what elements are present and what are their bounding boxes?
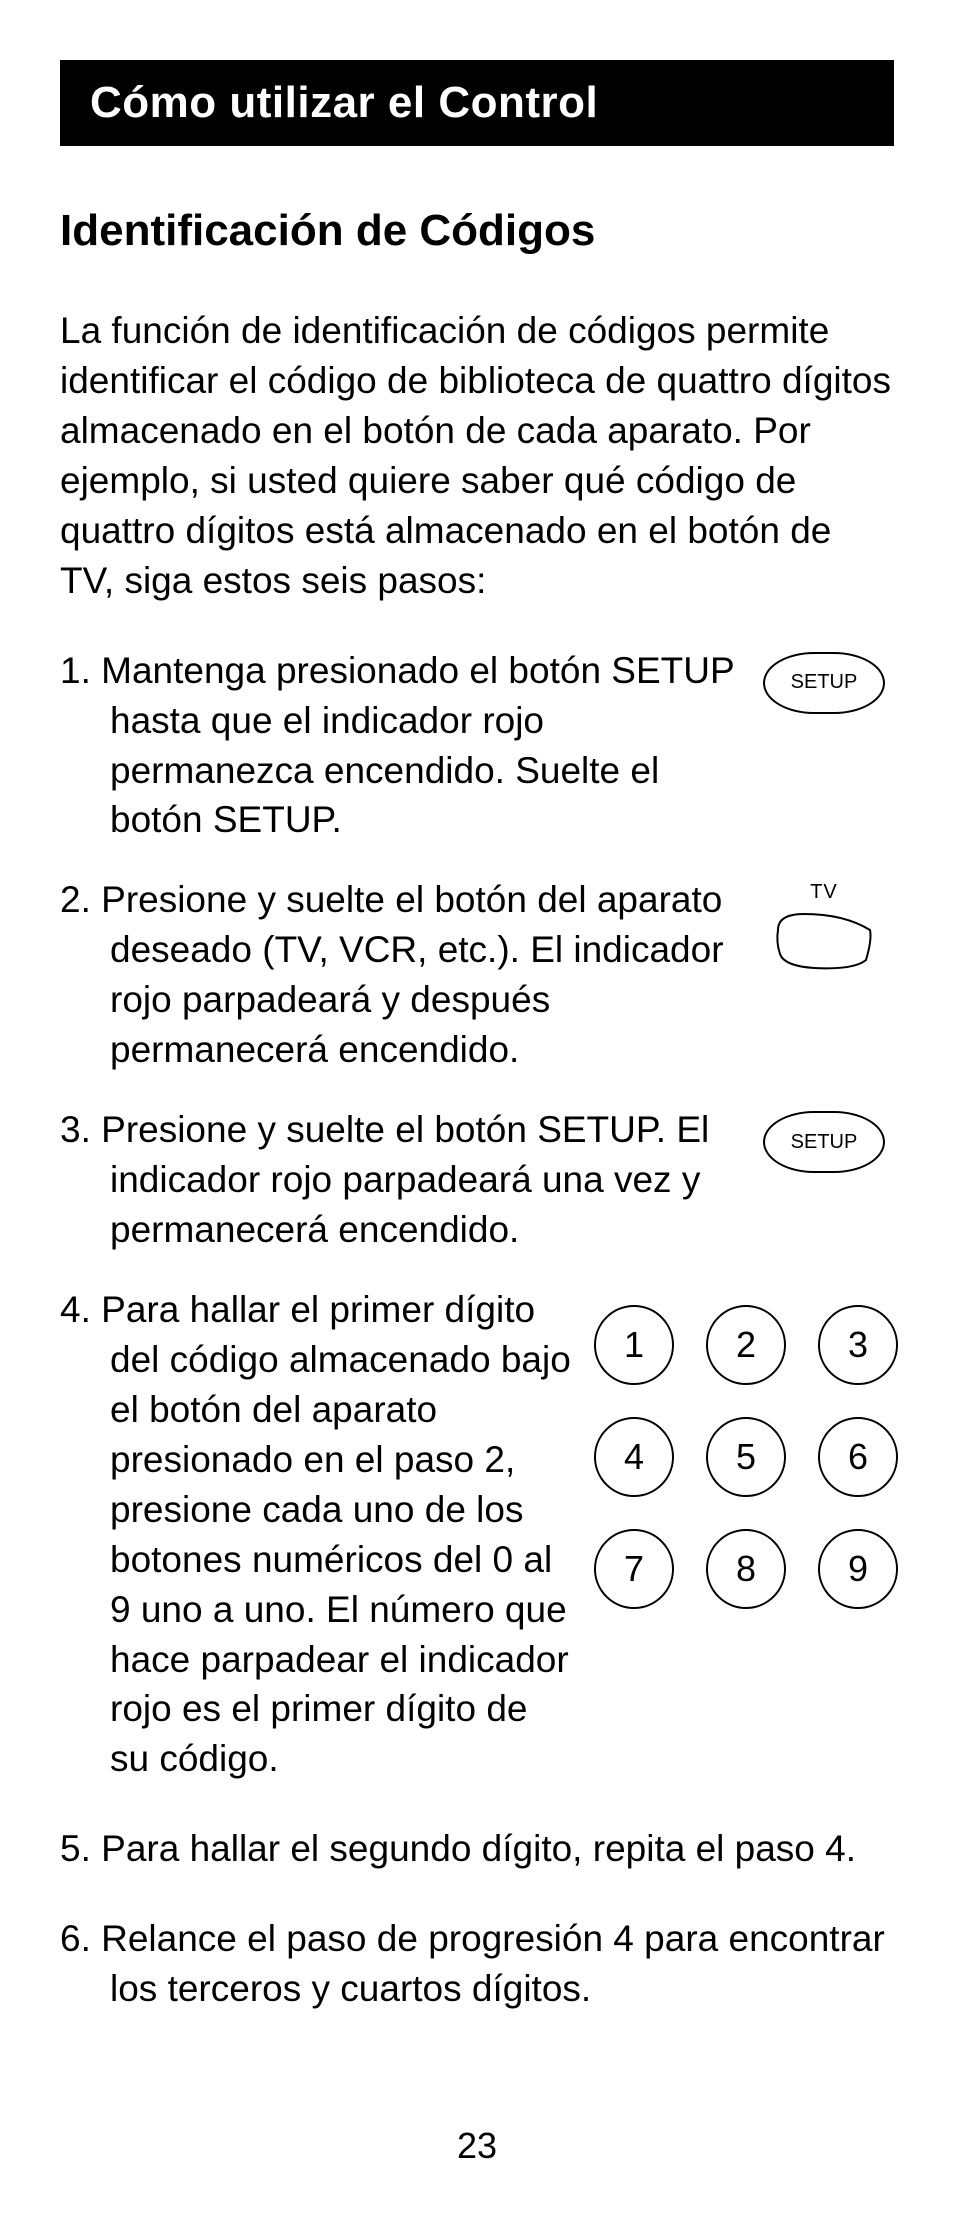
tv-button-icon <box>774 910 874 972</box>
step-1-text: 1. Mantenga presionado el botón SETUP ha… <box>60 646 754 846</box>
step-1: 1. Mantenga presionado el botón SETUP ha… <box>60 646 894 846</box>
step-2: 2. Presione y suelte el botón del aparat… <box>60 875 894 1075</box>
setup-button-icon-2: SETUP <box>763 1111 885 1173</box>
intro-paragraph: La función de identificación de códigos … <box>60 306 894 606</box>
key-4: 4 <box>594 1417 674 1497</box>
key-6: 6 <box>818 1417 898 1497</box>
key-8: 8 <box>706 1529 786 1609</box>
step-3: 3. Presione y suelte el botón SETUP. El … <box>60 1105 894 1255</box>
section-heading: Identificación de Códigos <box>60 206 894 256</box>
key-2: 2 <box>706 1305 786 1385</box>
key-9: 9 <box>818 1529 898 1609</box>
page-number: 23 <box>0 2125 954 2167</box>
key-3: 3 <box>818 1305 898 1385</box>
tv-button-label: TV <box>810 881 838 904</box>
step-3-text: 3. Presione y suelte el botón SETUP. El … <box>60 1105 754 1255</box>
setup-button-icon: SETUP <box>763 652 885 714</box>
step-4: 4. Para hallar el primer dígito del códi… <box>60 1285 894 1784</box>
step-6: 6. Relance el paso de progresión 4 para … <box>60 1914 894 2014</box>
key-5: 5 <box>706 1417 786 1497</box>
step-5: 5. Para hallar el segundo dígito, repita… <box>60 1824 894 1874</box>
manual-page: Cómo utilizar el Control Identificación … <box>0 0 954 2227</box>
step-5-text: 5. Para hallar el segundo dígito, repita… <box>60 1824 894 1874</box>
key-7: 7 <box>594 1529 674 1609</box>
title-bar: Cómo utilizar el Control <box>60 60 894 146</box>
step-4-text: 4. Para hallar el primer dígito del códi… <box>60 1285 574 1784</box>
step-6-text: 6. Relance el paso de progresión 4 para … <box>60 1914 894 2014</box>
step-2-text: 2. Presione y suelte el botón del aparat… <box>60 875 754 1075</box>
number-keypad: 1 2 3 4 5 6 7 8 9 <box>594 1305 894 1605</box>
key-1: 1 <box>594 1305 674 1385</box>
